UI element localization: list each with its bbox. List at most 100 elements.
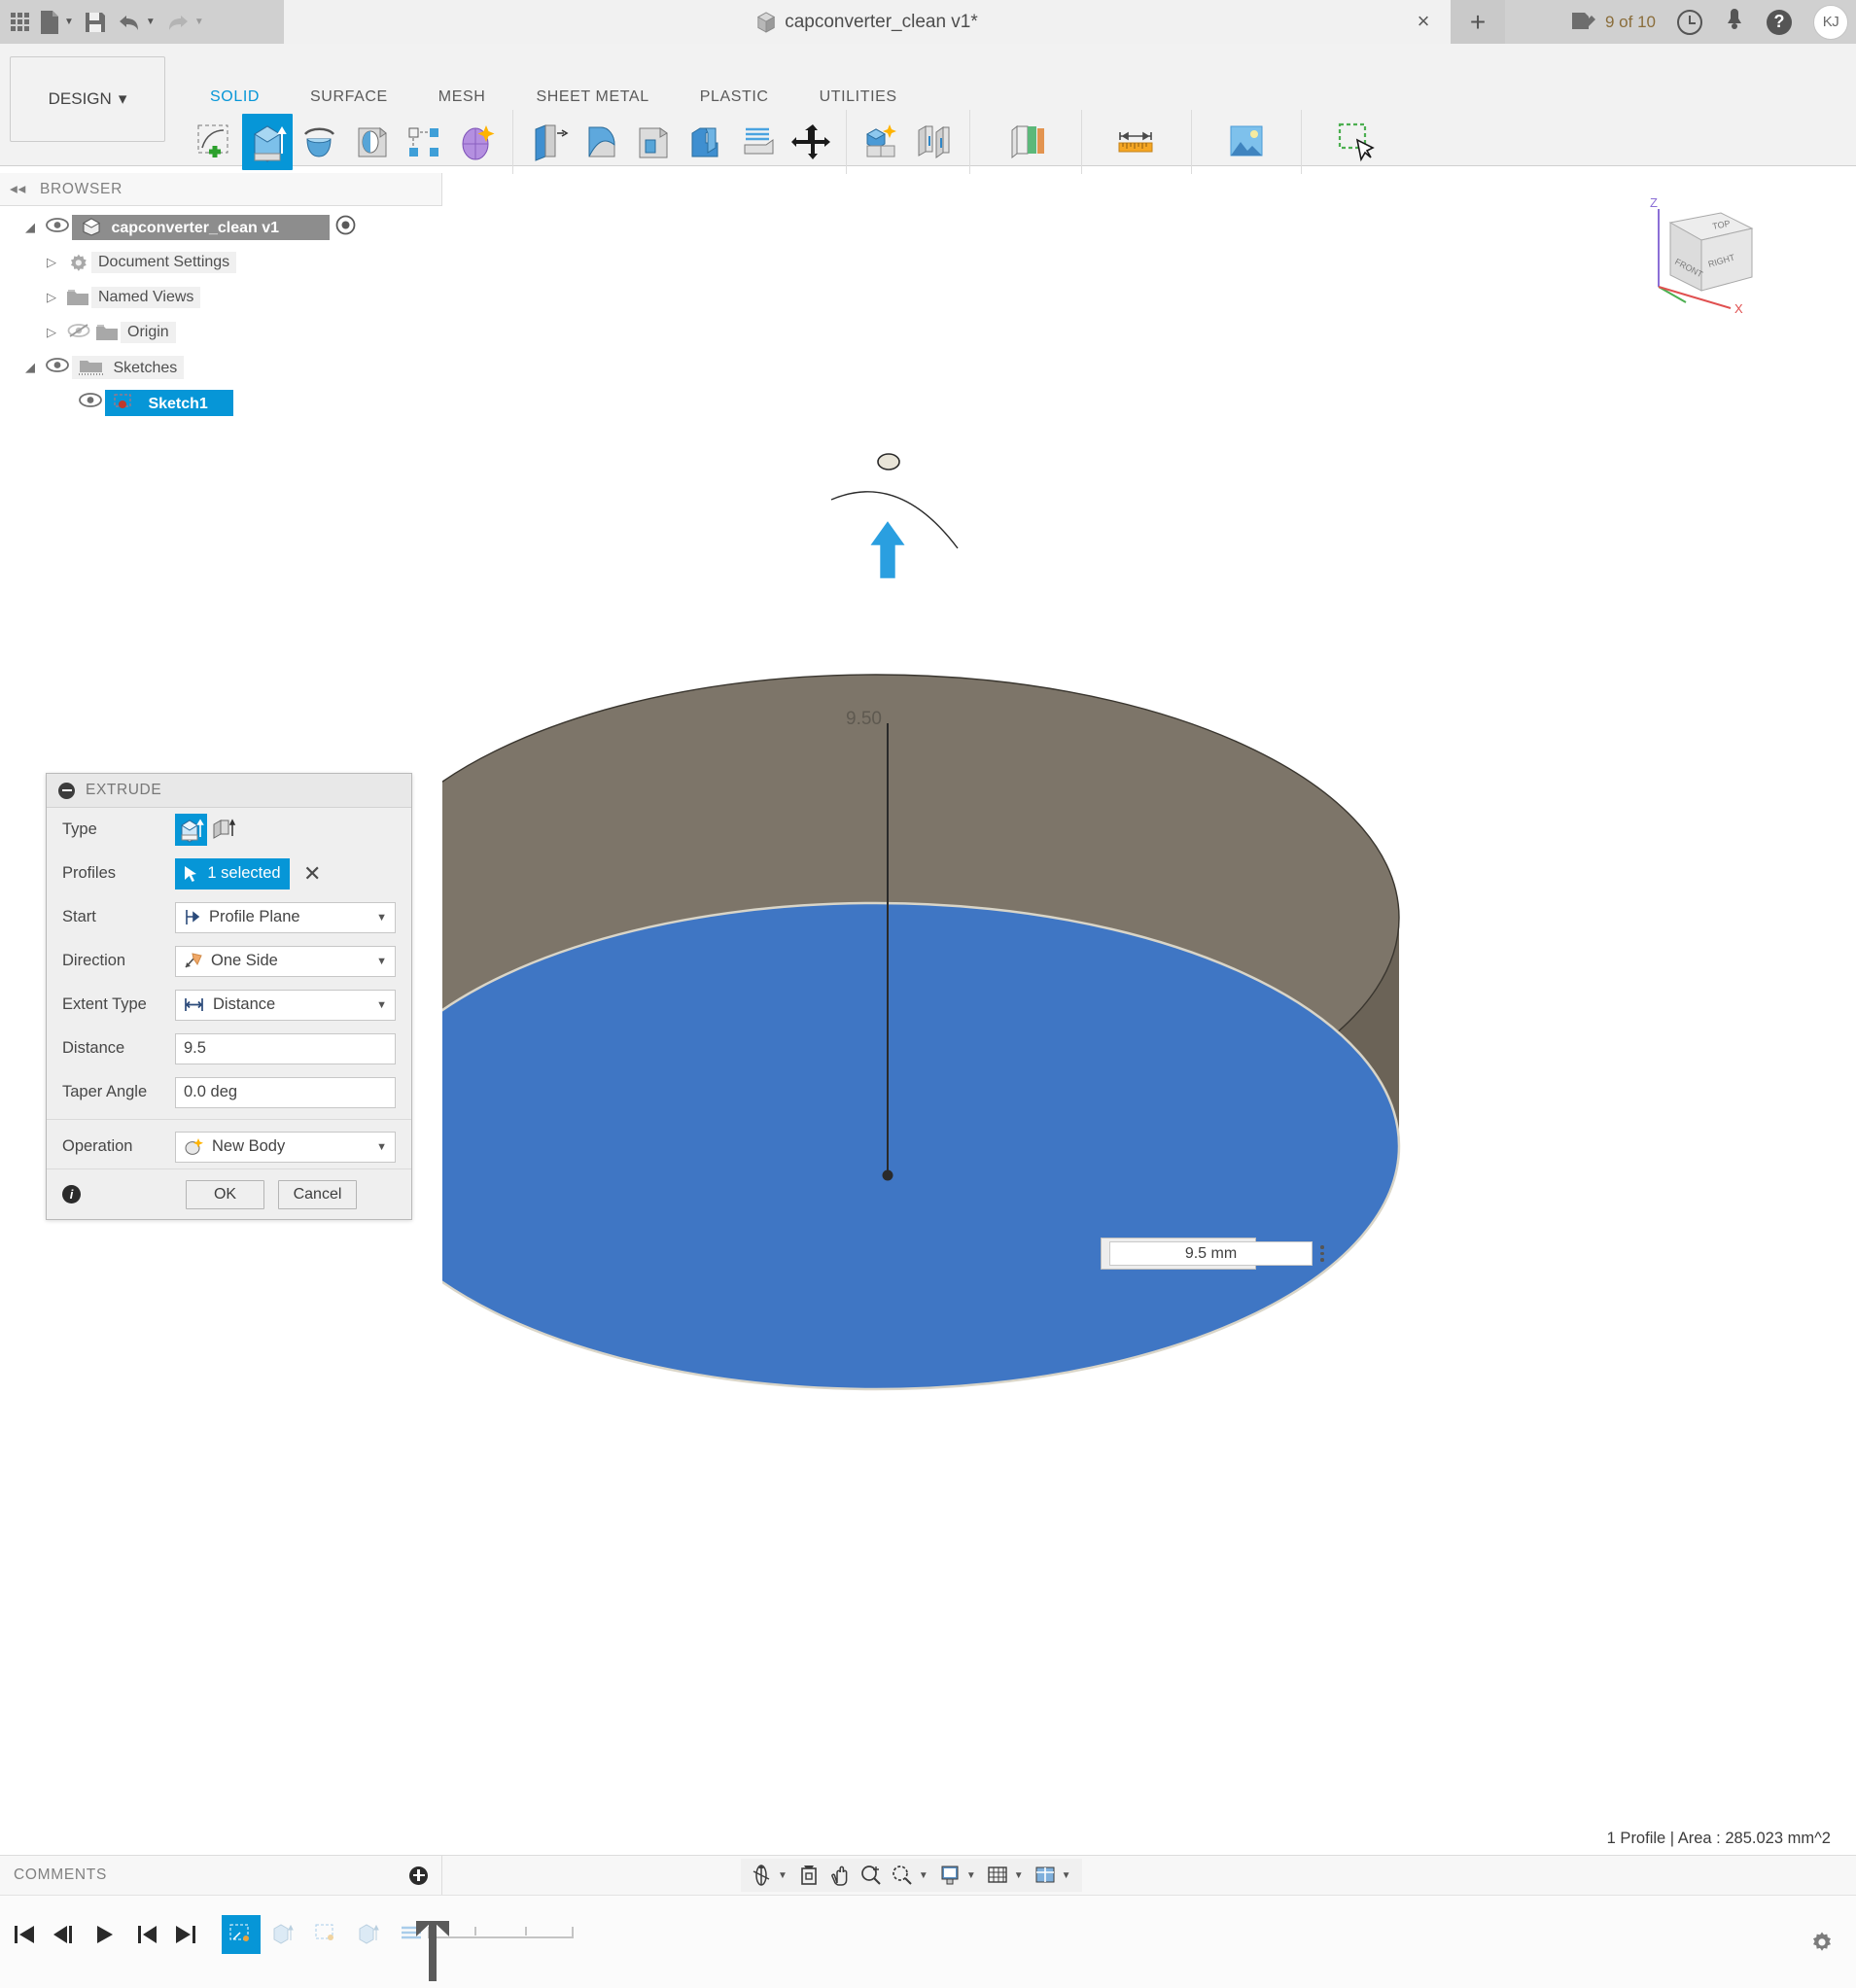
tree-item-sketch1-row[interactable]: Sketch1 (105, 389, 233, 416)
comments-header[interactable]: COMMENTS (0, 1855, 442, 1895)
viewports-tool[interactable] (1031, 1861, 1060, 1890)
distance-value-input[interactable] (1109, 1241, 1313, 1266)
new-component-tool[interactable] (857, 114, 907, 170)
help-icon[interactable]: ? (1767, 9, 1792, 35)
shell-tool[interactable] (628, 114, 679, 170)
close-tab-icon[interactable]: × (1412, 10, 1435, 33)
rectangular-pattern-tool[interactable] (400, 114, 450, 170)
chevron-down-icon[interactable]: ▼ (376, 1141, 387, 1153)
orbit-dropdown-icon[interactable]: ▼ (778, 1870, 788, 1881)
profile-extrude-icon[interactable] (175, 814, 207, 846)
offset-plane-tool[interactable] (1000, 114, 1051, 170)
tab-utilities[interactable]: UTILITIES (794, 88, 923, 106)
collapse-icon[interactable] (58, 782, 75, 799)
pan-tool[interactable] (825, 1861, 855, 1890)
chevron-down-icon[interactable]: ▼ (376, 912, 387, 924)
sketch-feature-pending-2[interactable] (307, 1915, 346, 1954)
tab-sheet-metal[interactable]: SHEET METAL (510, 88, 674, 106)
workspace-switcher[interactable]: DESIGN ▾ (10, 56, 165, 142)
add-comment-icon[interactable] (409, 1866, 428, 1885)
clear-selection-icon[interactable]: ✕ (303, 861, 321, 887)
tree-item-sketches[interactable]: ◢ Sketches (0, 350, 442, 385)
viewport-canvas[interactable]: 9.50 TOP FRONT RIGHT Z X 1 Profile | Are… (442, 174, 1856, 1895)
combine-tool[interactable] (681, 114, 731, 170)
redo-icon[interactable]: ▼ (160, 5, 209, 40)
expand-arrow-icon[interactable]: ▷ (39, 255, 64, 270)
document-tab[interactable]: capconverter_clean v1* × (284, 0, 1451, 44)
undo-icon[interactable]: ▼ (112, 5, 160, 40)
extrude-tool[interactable] (242, 114, 293, 170)
new-document-icon[interactable]: ▼ (34, 5, 79, 40)
operation-dropdown[interactable]: New Body ▼ (175, 1131, 396, 1163)
avatar[interactable]: KJ (1813, 4, 1848, 40)
app-grid-icon[interactable] (6, 5, 34, 40)
model-render[interactable] (442, 174, 1856, 1895)
tree-item-sketch1[interactable]: Sketch1 (0, 385, 442, 420)
chevron-down-icon[interactable]: ▼ (376, 999, 387, 1011)
ok-button[interactable]: OK (186, 1179, 264, 1209)
grid-snaps-tool[interactable] (983, 1861, 1012, 1890)
more-options-icon[interactable] (1316, 1245, 1328, 1262)
hole-tool[interactable] (347, 114, 398, 170)
tree-item-sketches-row[interactable]: Sketches (72, 356, 185, 379)
tab-mesh[interactable]: MESH (413, 88, 511, 106)
fit-dropdown-icon[interactable]: ▼ (919, 1870, 928, 1881)
taper-angle-field[interactable]: 0.0 deg (175, 1076, 396, 1108)
tree-item-origin[interactable]: ▷ Origin (0, 315, 442, 350)
info-icon[interactable]: i (62, 1185, 81, 1203)
look-at-tool[interactable] (794, 1861, 823, 1890)
profiles-selection-button[interactable]: 1 selected (175, 857, 290, 889)
step-back-button[interactable] (47, 1917, 82, 1952)
new-tab-icon[interactable]: + (1451, 0, 1505, 44)
display-settings-tool[interactable] (935, 1861, 964, 1890)
fillet-tool[interactable] (576, 114, 626, 170)
revolve-tool[interactable] (295, 114, 345, 170)
expand-arrow-icon[interactable]: ◢ (18, 220, 43, 235)
play-button[interactable] (88, 1917, 123, 1952)
extrude-dialog[interactable]: EXTRUDE Type Profiles 1 selected ✕ Start… (46, 773, 412, 1220)
visibility-eye-icon[interactable] (43, 358, 72, 377)
measure-tool[interactable] (1111, 114, 1162, 170)
select-window-tool[interactable] (1331, 114, 1382, 170)
fit-tool[interactable] (888, 1861, 917, 1890)
tab-plastic[interactable]: PLASTIC (675, 88, 794, 106)
tree-item-document-settings[interactable]: ▷ Document Settings (0, 245, 442, 280)
direction-dropdown[interactable]: One Side ▼ (175, 945, 396, 977)
jump-to-end-button[interactable] (169, 1917, 204, 1952)
visibility-eye-off-icon[interactable] (64, 323, 93, 343)
tree-item-named-views[interactable]: ▷ Named Views (0, 280, 442, 315)
view-cube[interactable]: TOP FRONT RIGHT Z X (1637, 193, 1773, 325)
expand-arrow-icon[interactable]: ◢ (18, 360, 43, 375)
jump-to-beginning-button[interactable] (6, 1917, 41, 1952)
press-pull-tool[interactable] (523, 114, 574, 170)
save-icon[interactable] (79, 5, 112, 40)
extent-type-dropdown[interactable]: Distance ▼ (175, 989, 396, 1021)
component-activate-radio[interactable] (335, 215, 356, 240)
timeline-track[interactable] (428, 1927, 574, 1938)
collapse-left-icon[interactable]: ◂◂ (10, 180, 26, 198)
viewports-dropdown-icon[interactable]: ▼ (1062, 1870, 1071, 1881)
job-status-indicator[interactable]: 9 of 10 (1570, 10, 1656, 35)
tab-solid[interactable]: SOLID (185, 88, 285, 106)
zoom-tool[interactable] (857, 1861, 886, 1890)
insert-image-tool[interactable] (1221, 114, 1272, 170)
orbit-tool[interactable] (747, 1861, 776, 1890)
tree-item-component[interactable]: ◢ capconverter_clean v1 (0, 210, 442, 245)
expand-arrow-icon[interactable]: ▷ (39, 290, 64, 305)
bell-icon[interactable] (1724, 7, 1745, 37)
sketch1-feature[interactable] (222, 1915, 261, 1954)
step-forward-button[interactable] (128, 1917, 163, 1952)
tab-surface[interactable]: SURFACE (285, 88, 413, 106)
manipulator-distance-input[interactable] (1101, 1238, 1324, 1270)
clock-icon[interactable] (1677, 9, 1702, 35)
visibility-eye-icon[interactable] (76, 393, 105, 412)
timeline-playhead[interactable] (416, 1921, 449, 1981)
cancel-button[interactable]: Cancel (278, 1179, 357, 1209)
chevron-down-icon[interactable]: ▼ (376, 956, 387, 967)
tree-item-component-row[interactable]: capconverter_clean v1 (72, 215, 330, 240)
display-dropdown-icon[interactable]: ▼ (966, 1870, 976, 1881)
visibility-eye-icon[interactable] (43, 218, 72, 237)
joint-tool[interactable] (909, 114, 960, 170)
split-face-tool[interactable] (733, 114, 784, 170)
move-copy-tool[interactable] (786, 114, 836, 170)
